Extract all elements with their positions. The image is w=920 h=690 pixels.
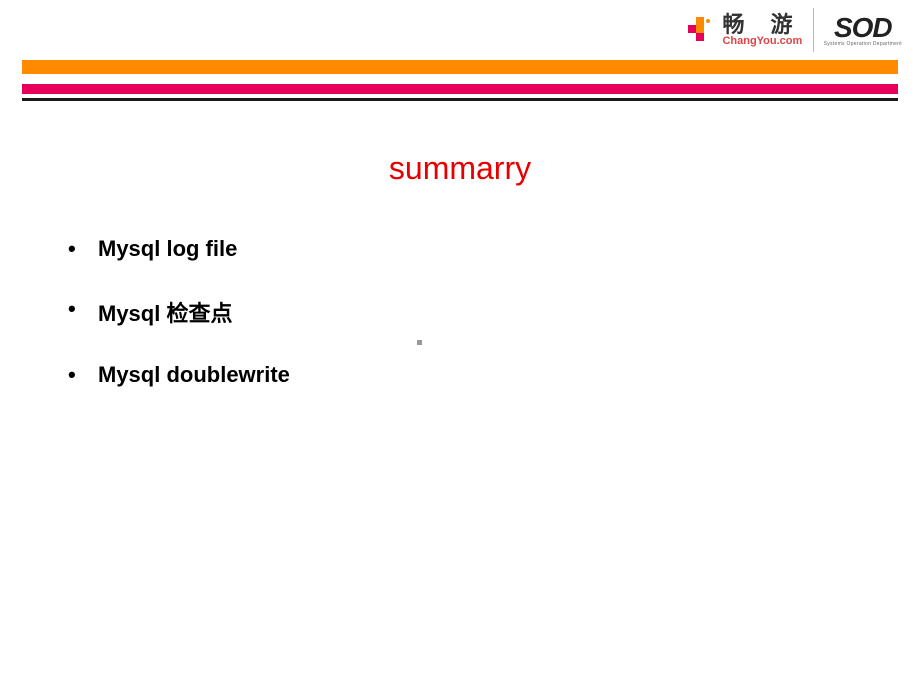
bullet-list: Mysql log file Mysql 检查点 Mysql doublewri… — [68, 236, 290, 422]
list-item: Mysql doublewrite — [68, 362, 290, 388]
list-item: Mysql 检查点 — [68, 296, 290, 328]
logo-divider — [813, 8, 814, 52]
stripe-black — [22, 98, 898, 101]
changyou-icon — [686, 15, 716, 45]
changyou-logo: 畅 游 ChangYou.com — [686, 14, 802, 47]
stripe-magenta — [22, 84, 898, 94]
slide-title: summarry — [0, 150, 920, 187]
header-logos: 畅 游 ChangYou.com SOD Systems Operation D… — [686, 6, 902, 54]
center-marker — [417, 340, 422, 345]
changyou-chinese: 畅 游 — [722, 14, 802, 36]
list-item: Mysql log file — [68, 236, 290, 262]
sod-main-text: SOD — [834, 14, 892, 42]
changyou-domain: ChangYou.com — [722, 36, 802, 47]
changyou-text: 畅 游 ChangYou.com — [722, 14, 802, 47]
stripe-orange — [22, 60, 898, 74]
sod-logo: SOD Systems Operation Department — [824, 14, 902, 47]
sod-sub-text: Systems Operation Department — [824, 42, 902, 47]
